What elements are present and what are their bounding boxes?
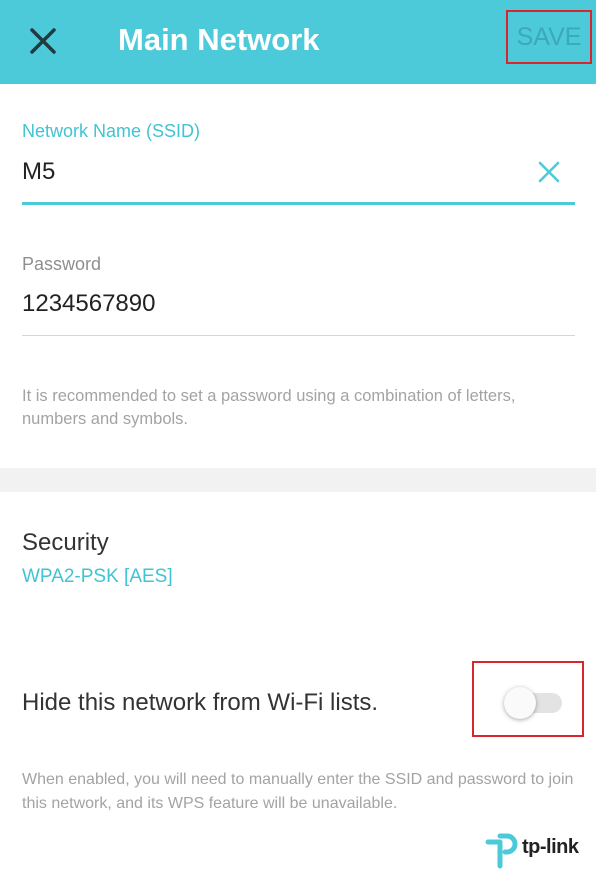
app-bar: Main Network SAVE — [0, 0, 596, 84]
hide-network-hint: When enabled, you will need to manually … — [22, 771, 574, 812]
toggle-thumb — [504, 687, 536, 719]
close-icon — [30, 28, 56, 54]
password-underline — [22, 335, 575, 336]
logo-text: tp-link — [522, 836, 579, 858]
security-title: Security — [22, 529, 109, 556]
hide-network-toggle[interactable] — [472, 661, 584, 737]
password-hint: It is recommended to set a password usin… — [22, 387, 516, 428]
password-label: Password — [22, 254, 102, 274]
password-input[interactable]: 1234567890 — [22, 290, 155, 318]
section-divider — [0, 468, 596, 492]
save-button[interactable]: SAVE — [506, 10, 592, 64]
ssid-label: Network Name (SSID) — [22, 121, 201, 141]
hide-network-label: Hide this network from Wi-Fi lists. — [22, 689, 379, 716]
tp-link-logo-icon — [485, 833, 518, 869]
ssid-input[interactable]: M5 — [22, 158, 55, 186]
security-value[interactable]: WPA2-PSK [AES] — [22, 566, 173, 588]
close-button[interactable] — [22, 20, 64, 62]
ssid-underline — [22, 202, 575, 205]
clear-icon — [538, 161, 560, 183]
tp-link-logo: tp-link — [484, 830, 596, 870]
clear-ssid-button[interactable] — [534, 157, 564, 187]
page-title: Main Network — [118, 22, 320, 57]
